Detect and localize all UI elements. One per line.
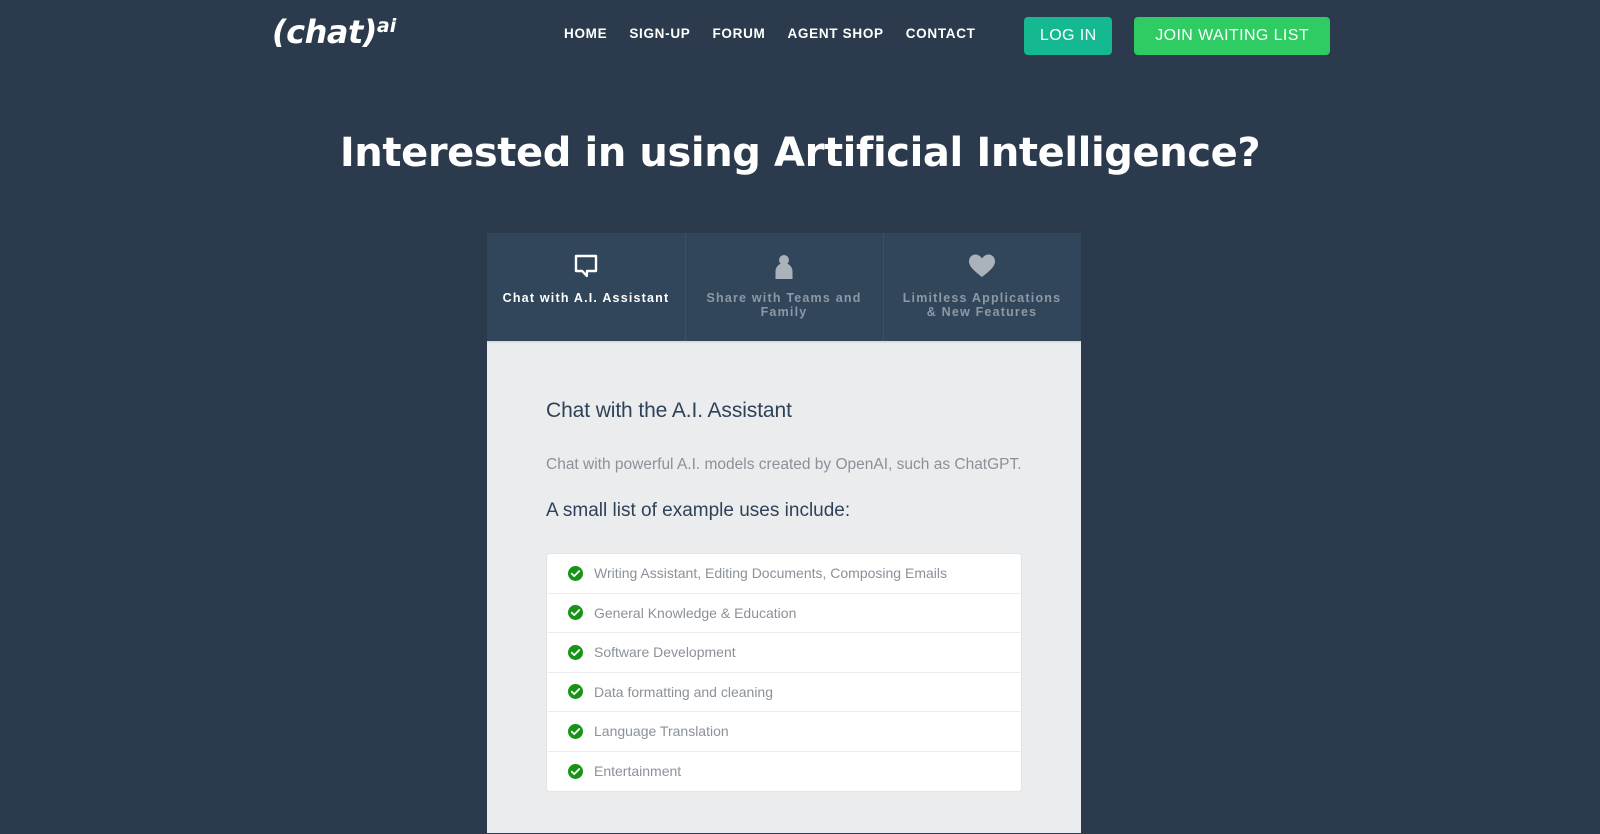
logo-superscript: ai	[376, 15, 397, 37]
example-uses-list: Writing Assistant, Editing Documents, Co…	[546, 553, 1022, 792]
tab-share-with-teams-and-family[interactable]: Share with Teams and Family	[685, 233, 883, 341]
list-item-label: Language Translation	[594, 723, 729, 740]
nav-item-contact[interactable]: CONTACT	[906, 26, 976, 41]
heart-icon	[883, 249, 1081, 283]
list-item-label: Writing Assistant, Editing Documents, Co…	[594, 565, 947, 582]
tab-label: Chat with A.I. Assistant	[502, 291, 670, 305]
check-circle-icon	[568, 605, 583, 621]
list-item: Data formatting and cleaning	[547, 672, 1021, 712]
check-circle-icon	[568, 763, 583, 779]
nav-item-sign-up[interactable]: SIGN-UP	[629, 26, 690, 41]
list-item-label: Data formatting and cleaning	[594, 683, 773, 700]
list-item: General Knowledge & Education	[547, 593, 1021, 633]
nav-item-agent-shop[interactable]: AGENT SHOP	[787, 26, 883, 41]
tab-chat-with-ai-assistant[interactable]: Chat with A.I. Assistant	[487, 233, 685, 341]
page-title: Interested in using Artificial Intellige…	[339, 130, 1261, 176]
list-item: Software Development	[547, 633, 1021, 673]
list-item: Language Translation	[547, 712, 1021, 752]
speech-bubble-icon	[487, 249, 685, 283]
list-item-label: Software Development	[594, 644, 736, 661]
list-item-label: Entertainment	[594, 763, 682, 780]
panel-description: Chat with powerful A.I. models created b…	[546, 456, 1022, 473]
tab-label: Limitless Applications & New Features	[902, 291, 1062, 319]
tab-panel-chat-with-ai-assistant: Chat with the A.I. Assistant Chat with p…	[487, 341, 1081, 833]
site-header: (chat)ai HOME SIGN-UP FORUM AGENT SHOP C…	[0, 0, 1600, 72]
panel-title: Chat with the A.I. Assistant	[546, 399, 792, 422]
list-item: Entertainment	[547, 751, 1021, 791]
join-waiting-list-button[interactable]: JOIN WAITING LIST	[1134, 17, 1330, 55]
panel-list-heading: A small list of example uses include:	[546, 500, 851, 521]
tab-strip: Chat with A.I. Assistant Share with Team…	[487, 233, 1081, 341]
check-circle-icon	[568, 684, 583, 700]
check-circle-icon	[568, 723, 583, 739]
log-in-button[interactable]: LOG IN	[1024, 17, 1113, 55]
list-item: Writing Assistant, Editing Documents, Co…	[547, 554, 1021, 594]
logo-text: (chat)	[272, 13, 377, 51]
header-actions: LOG IN JOIN WAITING LIST	[1024, 17, 1330, 55]
nav-item-home[interactable]: HOME	[564, 26, 607, 41]
site-logo[interactable]: (chat)ai	[272, 16, 396, 48]
list-item-label: General Knowledge & Education	[594, 604, 797, 621]
check-circle-icon	[568, 565, 583, 581]
tab-label: Share with Teams and Family	[706, 291, 862, 319]
main-navigation: HOME SIGN-UP FORUM AGENT SHOP CONTACT	[564, 26, 976, 41]
person-icon	[685, 249, 883, 283]
nav-item-forum[interactable]: FORUM	[712, 26, 765, 41]
feature-card: Chat with A.I. Assistant Share with Team…	[487, 233, 1081, 833]
tab-limitless-applications-and-new-features[interactable]: Limitless Applications & New Features	[883, 233, 1081, 341]
check-circle-icon	[568, 644, 583, 660]
